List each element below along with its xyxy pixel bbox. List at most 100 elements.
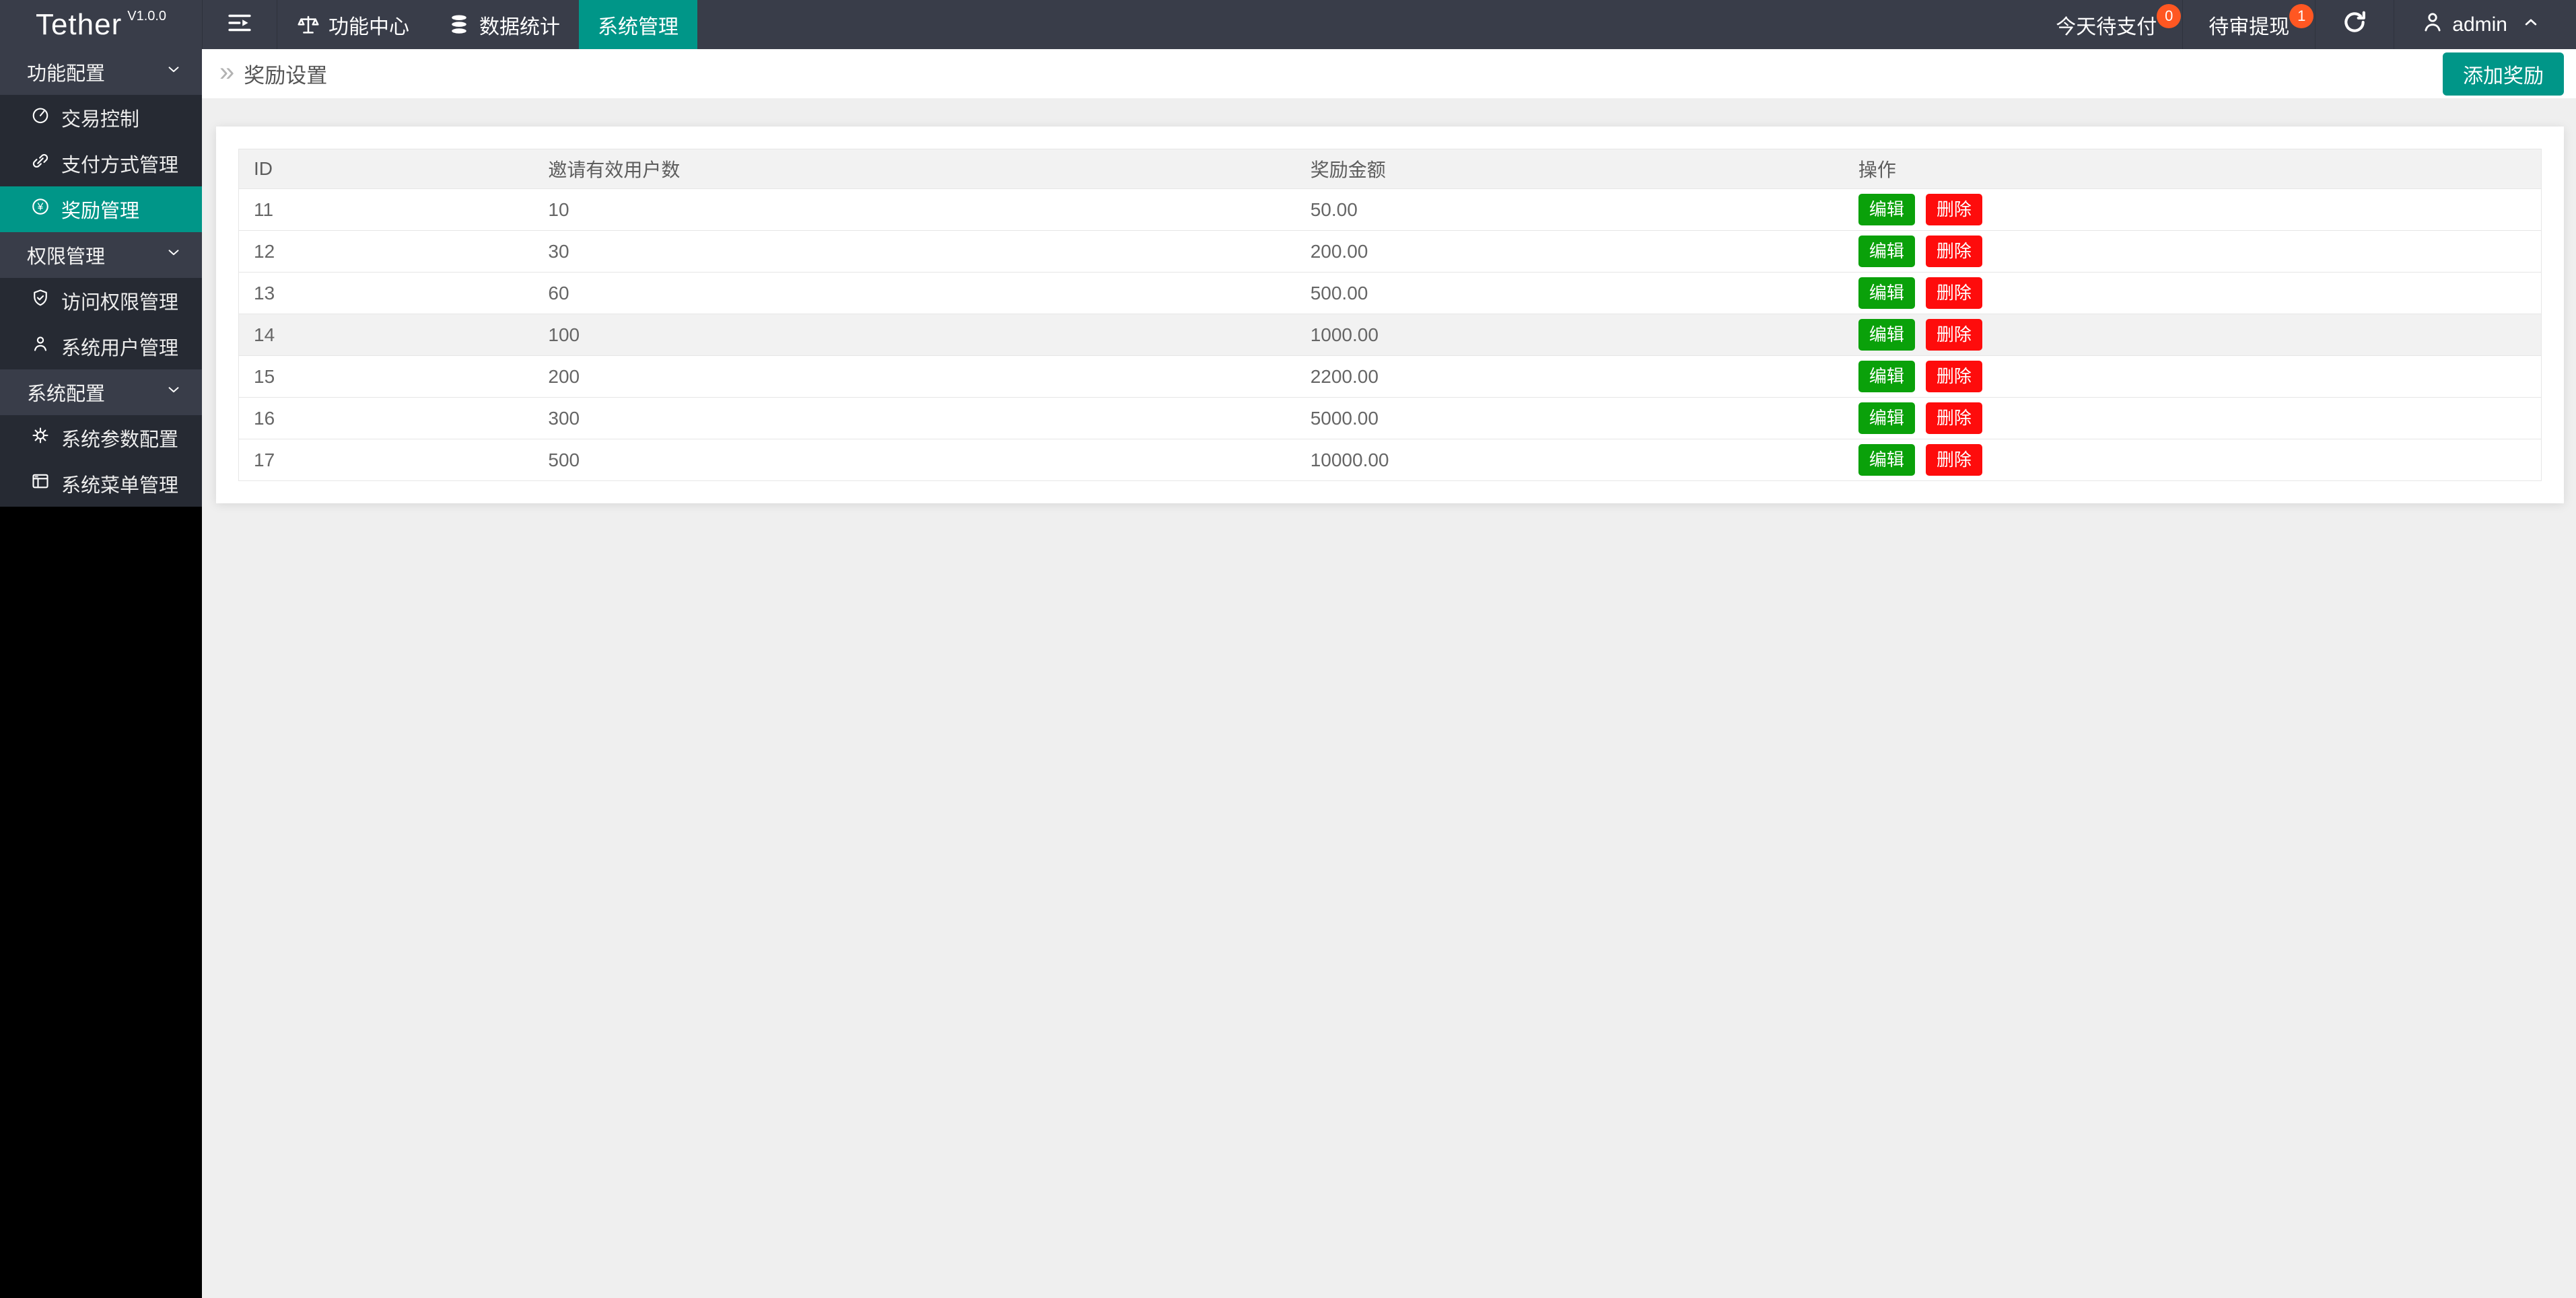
pending-pay-label: 今天待支付 (2056, 15, 2157, 38)
edit-button[interactable]: 编辑 (1858, 443, 1915, 476)
sidebar-section-label: 系统配置 (27, 384, 106, 405)
sidebar-item[interactable]: 系统菜单管理 (0, 461, 202, 507)
delete-button[interactable]: 删除 (1925, 360, 1982, 393)
edit-button[interactable]: 编辑 (1858, 193, 1915, 226)
cell-users: 500 (533, 439, 1296, 481)
user-icon (30, 334, 50, 359)
scale-icon (296, 13, 320, 37)
chevron-down-icon (164, 380, 183, 404)
delete-button[interactable]: 删除 (1925, 235, 1982, 268)
delete-button[interactable]: 删除 (1925, 402, 1982, 435)
cell-amount: 500.00 (1295, 272, 1844, 314)
pending-pay-today[interactable]: 今天待支付 0 (2030, 0, 2182, 49)
cell-id: 14 (238, 314, 534, 356)
edit-button[interactable]: 编辑 (1858, 402, 1915, 435)
edit-button[interactable]: 编辑 (1858, 318, 1915, 351)
sidebar-item[interactable]: ¥ 奖励管理 (0, 186, 202, 232)
topbar-right: 今天待支付 0 待审提现 1 admin (2030, 0, 2567, 49)
nav-label: 功能中心 (328, 15, 409, 38)
add-reward-button[interactable]: 添加奖励 (2443, 52, 2564, 96)
sidebar-section-label: 权限管理 (27, 246, 106, 268)
top-nav: 功能中心 数据统计 系统管理 (277, 0, 697, 49)
cell-users: 30 (533, 230, 1296, 273)
window-icon (30, 471, 50, 497)
database-icon (447, 13, 471, 37)
cell-users: 60 (533, 272, 1296, 314)
chevron-down-icon (164, 243, 183, 267)
cell-users: 100 (533, 314, 1296, 356)
cell-amount: 2200.00 (1295, 355, 1844, 398)
brand-name: Tether (35, 7, 123, 41)
edit-button[interactable]: 编辑 (1858, 235, 1915, 268)
topbar: Tether V1.0.0 功能中心 数据统计 系统管理 今天待支付 0 待审提… (0, 0, 2576, 49)
yen-icon: ¥ (30, 196, 50, 222)
rewards-table: ID 邀请有效用户数 奖励金额 操作 11 10 50.00 编辑 删除 12 30 200.00 编… (238, 149, 2542, 481)
delete-button[interactable]: 删除 (1925, 193, 1982, 226)
sidebar-item-label: 支付方式管理 (61, 155, 179, 176)
nav-label: 系统管理 (598, 15, 678, 38)
cell-actions: 编辑 删除 (1843, 272, 2542, 314)
sidebar-item[interactable]: 支付方式管理 (0, 141, 202, 186)
shield-check-icon (30, 288, 50, 314)
edit-button[interactable]: 编辑 (1858, 277, 1915, 310)
sidebar-section-header[interactable]: 权限管理 (0, 232, 202, 278)
nav-item-system-manage[interactable]: 系统管理 (579, 0, 697, 49)
rewards-card: ID 邀请有效用户数 奖励金额 操作 11 10 50.00 编辑 删除 12 30 200.00 编… (216, 127, 2564, 503)
breadcrumb-icon: » (219, 57, 235, 87)
chevron-up-icon (2521, 12, 2541, 38)
sidebar-item[interactable]: 系统用户管理 (0, 324, 202, 369)
chevron-down-icon (164, 60, 183, 84)
sidebar-item-label: 奖励管理 (61, 201, 140, 222)
page-title: 奖励设置 (244, 64, 328, 87)
sidebar-toggle-button[interactable] (202, 0, 277, 49)
delete-button[interactable]: 删除 (1925, 318, 1982, 351)
delete-button[interactable]: 删除 (1925, 277, 1982, 310)
cell-amount: 50.00 (1295, 188, 1844, 231)
column-header: 操作 (1843, 149, 2542, 189)
nav-label: 数据统计 (479, 15, 560, 38)
sidebar-item-label: 系统用户管理 (61, 338, 179, 359)
cell-users: 300 (533, 397, 1296, 439)
sidebar-item[interactable]: 系统参数配置 (0, 415, 202, 461)
sidebar-item[interactable]: 访问权限管理 (0, 278, 202, 324)
sidebar: 功能配置交易控制支付方式管理 ¥ 奖励管理权限管理访问权限管理系统用户管理系统配置系… (0, 49, 202, 1298)
cell-amount: 1000.00 (1295, 314, 1844, 356)
table-row: 16 300 5000.00 编辑 删除 (238, 397, 2542, 439)
sidebar-item-label: 系统菜单管理 (61, 475, 179, 497)
cell-actions: 编辑 删除 (1843, 188, 2542, 231)
nav-item-data-stats[interactable]: 数据统计 (428, 0, 579, 49)
pending-withdraw-review[interactable]: 待审提现 1 (2182, 0, 2315, 49)
delete-button[interactable]: 删除 (1925, 443, 1982, 476)
table-row: 11 10 50.00 编辑 删除 (238, 188, 2542, 231)
cell-amount: 200.00 (1295, 230, 1844, 273)
cell-actions: 编辑 删除 (1843, 314, 2542, 356)
table-row: 14 100 1000.00 编辑 删除 (238, 314, 2542, 356)
svg-text:¥: ¥ (37, 202, 44, 213)
refresh-button[interactable] (2315, 0, 2394, 49)
link-icon (30, 151, 50, 176)
app-logo: Tether V1.0.0 (0, 0, 202, 49)
brand-version: V1.0.0 (127, 9, 167, 24)
sidebar-section-header[interactable]: 功能配置 (0, 49, 202, 95)
sidebar-section-header[interactable]: 系统配置 (0, 369, 202, 415)
cell-actions: 编辑 删除 (1843, 397, 2542, 439)
cell-actions: 编辑 删除 (1843, 355, 2542, 398)
table-row: 17 500 10000.00 编辑 删除 (238, 439, 2542, 481)
nav-item-function-center[interactable]: 功能中心 (277, 0, 428, 49)
breadcrumb: » 奖励设置 添加奖励 (202, 49, 2576, 98)
user-menu[interactable]: admin (2394, 0, 2567, 49)
cell-id: 16 (238, 397, 534, 439)
sidebar-item[interactable]: 交易控制 (0, 95, 202, 141)
cell-users: 200 (533, 355, 1296, 398)
sidebar-section-label: 功能配置 (27, 63, 106, 85)
column-header: 奖励金额 (1295, 149, 1844, 189)
gear-icon (30, 425, 50, 451)
main-content: » 奖励设置 添加奖励 ID 邀请有效用户数 奖励金额 操作 11 10 50.00 编辑删… (202, 49, 2576, 1298)
gauge-icon (30, 105, 50, 131)
cell-id: 13 (238, 272, 534, 314)
table-row: 15 200 2200.00 编辑 删除 (238, 355, 2542, 398)
cell-id: 15 (238, 355, 534, 398)
edit-button[interactable]: 编辑 (1858, 360, 1915, 393)
sidebar-item-label: 交易控制 (61, 109, 140, 131)
